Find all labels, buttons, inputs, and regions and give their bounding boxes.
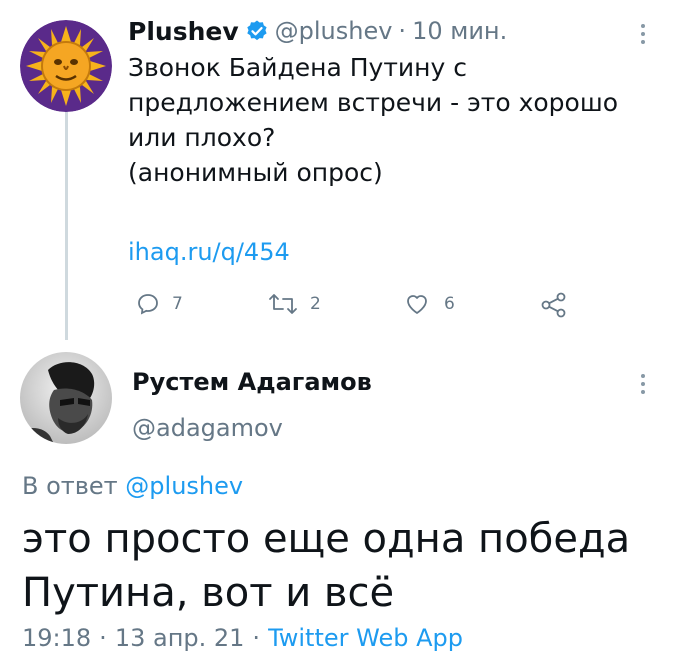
reply-count: 7 — [172, 294, 183, 314]
meta-separator: · — [252, 624, 261, 652]
reply-text-line: это просто еще одна победа — [22, 516, 631, 562]
sun-face-avatar-icon — [20, 20, 112, 112]
reply-meta: 19:18 · 13 апр. 21 · Twitter Web App — [22, 624, 463, 652]
verified-badge-icon — [246, 20, 267, 41]
replying-to: В ответ @plushev — [22, 472, 243, 500]
tweet-date[interactable]: 13 апр. 21 — [115, 624, 245, 652]
like-heart-icon — [407, 295, 427, 314]
avatar-adagamov[interactable] — [20, 352, 112, 444]
reply-to-handle[interactable]: @plushev — [125, 472, 243, 500]
more-options-icon[interactable] — [640, 24, 646, 44]
more-options-icon[interactable] — [640, 374, 646, 394]
retweet-count: 2 — [310, 294, 321, 314]
tweet-text-line: Звонок Байдена Путину с — [128, 53, 467, 82]
person-photo-avatar-icon — [20, 352, 112, 444]
tweet-time[interactable]: 19:18 — [22, 624, 91, 652]
first-tweet-header: Plushev @plushev · 10 мин. — [128, 14, 507, 48]
meta-separator: · — [99, 624, 107, 652]
avatar-plushev[interactable] — [20, 20, 112, 112]
retweet-action[interactable]: 2 — [268, 292, 321, 316]
first-tweet-text: Звонок Байдена Путину с предложением вст… — [128, 50, 648, 190]
reply-author-handle[interactable]: @adagamov — [132, 414, 283, 442]
share-action[interactable] — [540, 292, 568, 318]
reply-action[interactable]: 7 — [136, 292, 183, 316]
reply-prefix: В ответ — [22, 472, 118, 500]
author-name[interactable]: Plushev — [128, 17, 239, 46]
like-count: 6 — [444, 294, 455, 314]
tweet-text-line: предложением встречи - это хорошо — [128, 88, 619, 117]
tweet-text-line: или плохо? — [128, 123, 276, 152]
thread-connector-line — [65, 110, 68, 340]
tweet-source[interactable]: Twitter Web App — [268, 624, 463, 652]
author-handle[interactable]: @plushev — [275, 17, 393, 45]
tweet-time-ago[interactable]: 10 мин. — [412, 17, 507, 45]
reply-icon — [138, 294, 158, 315]
share-icon — [541, 292, 566, 318]
like-action[interactable]: 6 — [404, 292, 455, 316]
tweet-link[interactable]: ihaq.ru/q/454 — [128, 238, 290, 266]
retweet-icon — [269, 294, 297, 314]
tweet-text-line: (анонимный опрос) — [128, 158, 383, 187]
reply-tweet-text: это просто еще одна победа Путина, вот и… — [22, 512, 662, 620]
reply-author-name[interactable]: Рустем Адагамов — [132, 368, 372, 396]
meta-separator: · — [398, 17, 407, 45]
reply-text-line: Путина, вот и всё — [22, 570, 395, 616]
